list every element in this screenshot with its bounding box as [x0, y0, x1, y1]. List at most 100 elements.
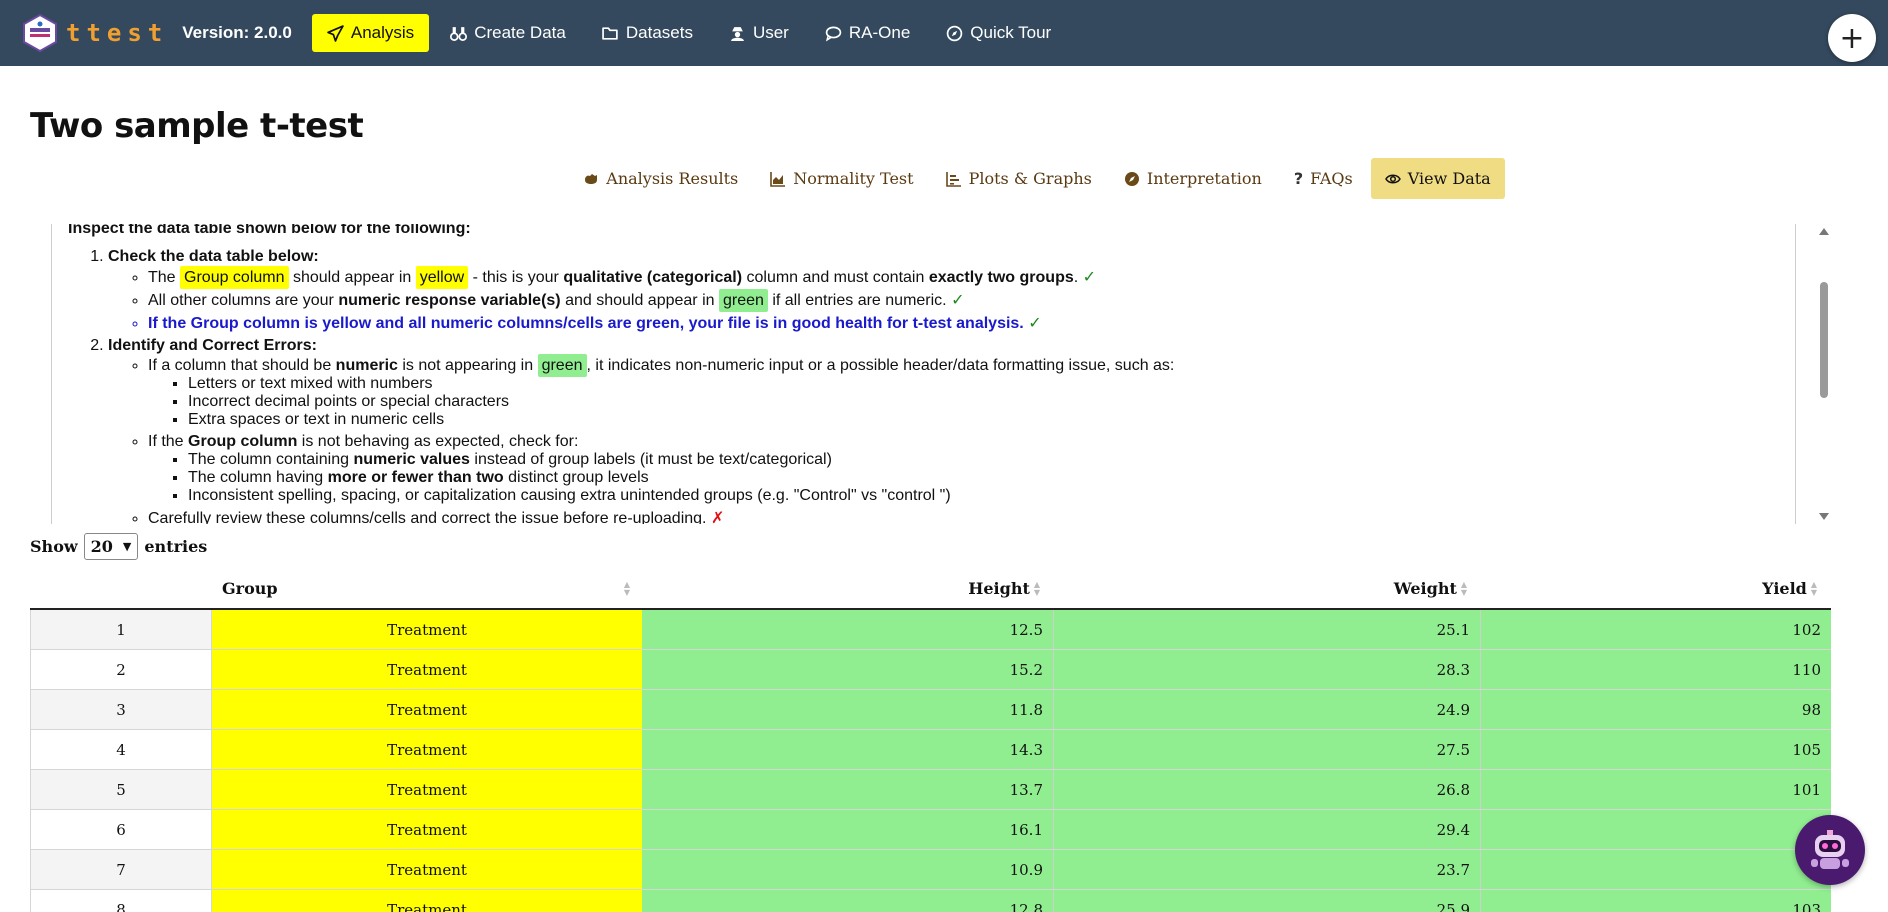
entries-label: entries — [144, 537, 208, 556]
group-cell: Treatment — [212, 890, 642, 912]
scroll-up-icon[interactable] — [1819, 228, 1829, 235]
robot-icon — [1811, 830, 1849, 869]
nav-datasets[interactable]: Datasets — [587, 14, 708, 52]
version-label: Version: 2.0.0 — [182, 23, 292, 42]
tab-view-data[interactable]: View Data — [1370, 158, 1505, 199]
cross-icon: ✗ — [710, 508, 725, 525]
column-header-label: Group — [222, 578, 278, 598]
robot-assistant-button[interactable] — [1795, 815, 1865, 885]
table-row[interactable]: 2 Treatment 15.2 28.3 110 — [30, 650, 1831, 690]
table-row[interactable]: 3 Treatment 11.8 24.9 98 — [30, 690, 1831, 730]
group-cell: Treatment — [212, 850, 642, 889]
group-cell: Treatment — [212, 610, 642, 649]
compass-icon — [1124, 171, 1139, 186]
column-header-yield[interactable]: Yield ▲ ▼ — [1481, 568, 1831, 608]
step-1a: The Group column should appear in yellow… — [148, 266, 1768, 289]
eye-icon — [1384, 174, 1401, 183]
nav-quick-tour[interactable]: Quick Tour — [931, 14, 1066, 52]
sort-icon: ▲ ▼ — [1460, 579, 1467, 597]
panel-scrollbar[interactable] — [1816, 224, 1832, 524]
yield-cell: 101 — [1481, 770, 1831, 809]
table-row[interactable]: 8 Treatment 12.8 25.9 103 — [30, 890, 1831, 912]
green-highlight: green — [537, 354, 587, 377]
instructions-panel: Inspect the data table shown below for t… — [51, 224, 1796, 524]
question-icon: ? — [1293, 169, 1304, 188]
table-header: Group ▲ ▼ Height ▲ ▼ Weight ▲ ▼ Yield ▲ ▼ — [30, 568, 1831, 610]
tab-faqs-label: FAQs — [1310, 169, 1353, 188]
green-highlight: green — [718, 289, 768, 312]
nav-ra-one[interactable]: RA-One — [810, 14, 925, 52]
nav-create-data[interactable]: Create Data — [435, 14, 581, 52]
weight-cell: 24.9 — [1054, 690, 1481, 729]
top-navbar: ttest Version: 2.0.0 Analysis Create Dat… — [0, 0, 1888, 66]
tab-analysis-results-label: Analysis Results — [606, 169, 739, 188]
scroll-down-icon[interactable] — [1819, 513, 1829, 520]
hand-icon — [585, 173, 598, 184]
yield-cell: 102 — [1481, 610, 1831, 649]
nav-user-label: User — [752, 23, 789, 42]
group-cell: Treatment — [212, 770, 642, 809]
row-index-cell: 8 — [30, 890, 212, 912]
nav-datasets-label: Datasets — [625, 23, 693, 42]
column-header-group[interactable]: Group ▲ ▼ — [212, 568, 642, 608]
column-header-label: Weight — [1393, 578, 1457, 598]
weight-cell: 25.9 — [1054, 890, 1481, 912]
check-icon: ✓ — [1082, 267, 1097, 286]
height-cell: 12.8 — [642, 890, 1054, 912]
column-header-weight[interactable]: Weight ▲ ▼ — [1054, 568, 1481, 608]
tab-analysis-results[interactable]: Analysis Results — [569, 158, 752, 199]
table-row[interactable]: 5 Treatment 13.7 26.8 101 — [30, 770, 1831, 810]
show-label: Show — [30, 537, 78, 556]
group-column-highlight: Group column — [180, 266, 289, 289]
column-header-index[interactable] — [30, 568, 212, 608]
table-row[interactable]: 4 Treatment 14.3 27.5 105 — [30, 730, 1831, 770]
list-item: Inconsistent spelling, spacing, or capit… — [188, 487, 1768, 505]
row-index-cell: 3 — [30, 690, 212, 729]
tab-faqs[interactable]: ? FAQs — [1280, 158, 1367, 199]
height-cell: 15.2 — [642, 650, 1054, 689]
nav-quick-tour-label: Quick Tour — [970, 23, 1052, 42]
step-2a: If a column that should be numeric is no… — [148, 354, 1768, 429]
row-index-cell: 5 — [30, 770, 212, 809]
tab-normality-test[interactable]: Normality Test — [756, 158, 927, 199]
add-button[interactable]: + — [1828, 14, 1876, 62]
group-cell: Treatment — [212, 650, 642, 689]
yield-cell: 105 — [1481, 730, 1831, 769]
step-1c: If the Group column is yellow and all nu… — [148, 314, 1768, 333]
weight-cell: 29.4 — [1054, 810, 1481, 849]
chat-icon — [825, 25, 842, 41]
table-row[interactable]: 1 Treatment 12.5 25.1 102 — [30, 610, 1831, 650]
height-cell: 12.5 — [642, 610, 1054, 649]
tab-plots-graphs-label: Plots & Graphs — [968, 169, 1092, 188]
page-title: Two sample t-test — [30, 106, 364, 146]
yield-cell: 110 — [1481, 650, 1831, 689]
list-item: The column having more or fewer than two… — [188, 469, 1768, 487]
group-cell: Treatment — [212, 730, 642, 769]
nav-analysis-label: Analysis — [350, 23, 415, 42]
tab-interpretation[interactable]: Interpretation — [1110, 158, 1276, 199]
weight-cell: 25.1 — [1054, 610, 1481, 649]
entries-select-value: 20 — [90, 537, 113, 556]
bar-chart-icon — [945, 171, 961, 187]
scrollbar-thumb[interactable] — [1820, 282, 1828, 398]
nav-analysis[interactable]: Analysis — [311, 14, 430, 52]
sort-icon: ▲ ▼ — [1810, 579, 1817, 597]
weight-cell: 23.7 — [1054, 850, 1481, 889]
column-header-height[interactable]: Height ▲ ▼ — [642, 568, 1054, 608]
weight-cell: 28.3 — [1054, 650, 1481, 689]
nav-user[interactable]: User — [714, 14, 804, 52]
step-1: Check the data table below: The Group co… — [108, 248, 1768, 333]
table-body: 1 Treatment 12.5 25.1 102 2 Treatment 15… — [30, 610, 1831, 912]
tab-plots-graphs[interactable]: Plots & Graphs — [932, 158, 1106, 199]
brand-name[interactable]: ttest — [66, 19, 168, 47]
app-logo[interactable] — [20, 13, 60, 53]
table-row[interactable]: 7 Treatment 10.9 23.7 — [30, 850, 1831, 890]
height-cell: 11.8 — [642, 690, 1054, 729]
entries-select[interactable]: 20 ▼ — [83, 533, 139, 560]
column-header-label: Height — [968, 578, 1030, 598]
nav-ra-one-label: RA-One — [848, 23, 911, 42]
check-icon: ✓ — [1028, 313, 1042, 332]
step-2c: Carefully review these columns/cells and… — [148, 508, 1768, 525]
table-row[interactable]: 6 Treatment 16.1 29.4 1 — [30, 810, 1831, 850]
paper-plane-icon — [327, 24, 344, 42]
